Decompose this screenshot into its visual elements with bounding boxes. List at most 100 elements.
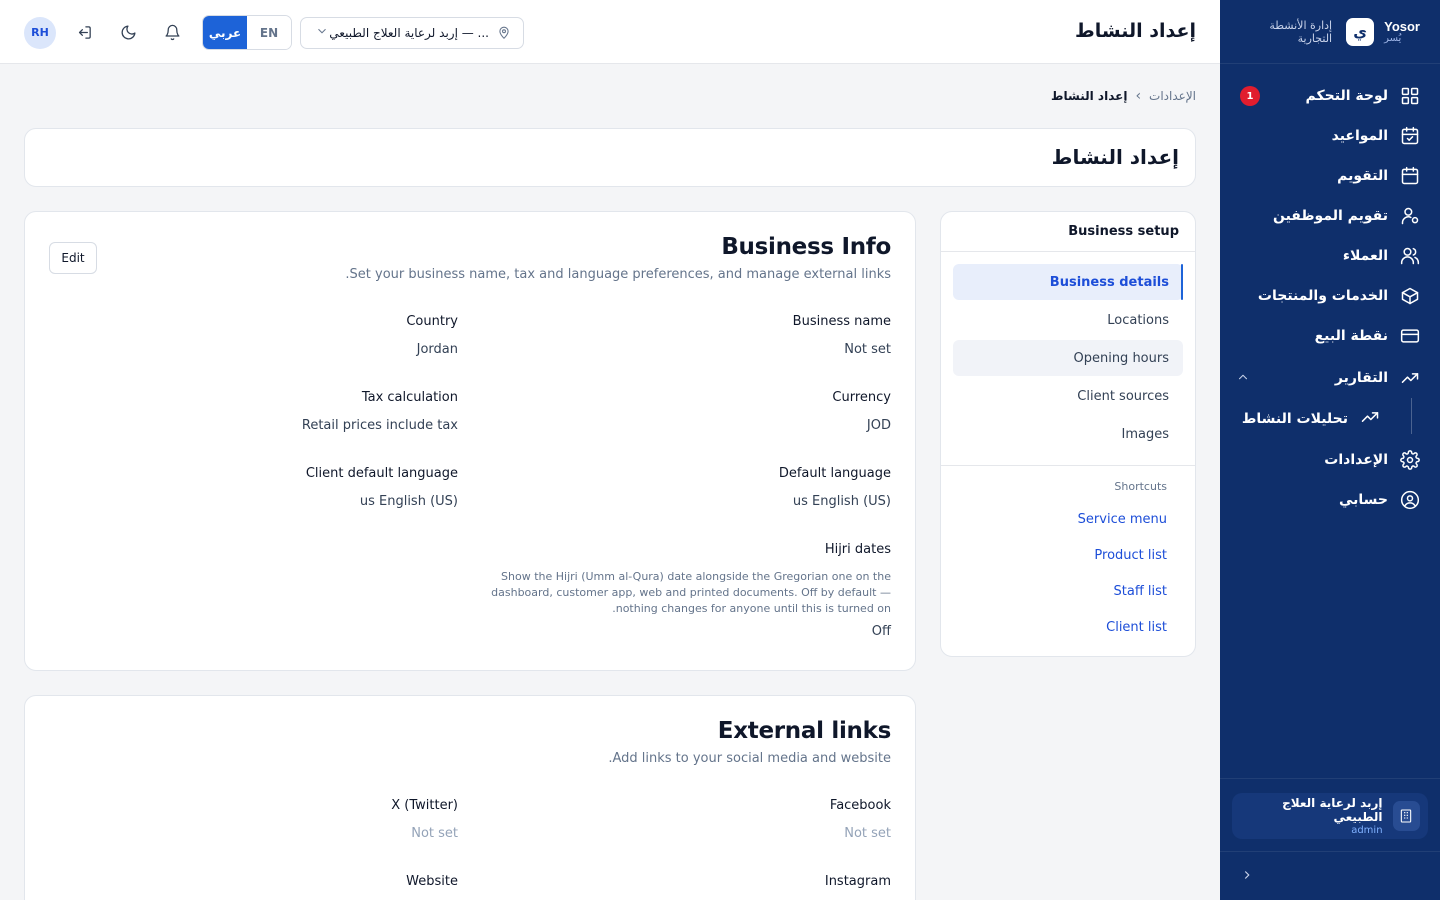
logout-icon — [78, 26, 91, 39]
field-label: Default language — [778, 466, 891, 481]
business-setup-nav: Business setup Business details Location… — [940, 211, 1196, 657]
sidebar-item-appointments[interactable]: المواعيد — [1220, 116, 1440, 156]
field-label: Instagram — [824, 874, 891, 889]
field-value: JOD — [866, 418, 891, 433]
shortcut-product-list[interactable]: Product list — [941, 537, 1195, 573]
field-value: Off — [871, 624, 891, 639]
sidebar-collapse-button[interactable] — [1220, 851, 1440, 900]
sidebar-item-settings[interactable]: الإعدادات — [1220, 440, 1440, 480]
brand-name: Yosor — [1384, 19, 1420, 34]
notification-badge: 1 — [1240, 86, 1260, 106]
brand-tagline: إدارة الأنشطة التجارية — [1269, 19, 1332, 45]
sidebar-item-services-products[interactable]: الخدمات والمنتجات — [1220, 276, 1440, 316]
user-role: admin — [1351, 825, 1383, 836]
sidebar-item-label: لوحة التحكم — [1305, 88, 1388, 104]
setup-nav-client-sources[interactable]: Client sources — [953, 378, 1183, 414]
gear-icon — [1400, 450, 1420, 470]
setup-nav-locations[interactable]: Locations — [953, 302, 1183, 338]
field-value: Not set — [411, 826, 458, 841]
edit-button[interactable]: Edit — [49, 242, 97, 274]
location-select[interactable]: إربد لرعاية العلاج الطبيعي — ... — [300, 16, 524, 49]
setup-nav-business-details[interactable]: Business details — [953, 264, 1183, 300]
sidebar-item-dashboard[interactable]: 1 لوحة التحكم — [1220, 76, 1440, 116]
field-label: Business name — [792, 314, 891, 329]
sidebar-item-label: حسابي — [1338, 492, 1388, 508]
field-label: Country — [406, 314, 458, 329]
sidebar-item-label: التقويم — [1337, 168, 1388, 184]
box-icon — [1400, 286, 1420, 306]
brand-header[interactable]: إدارة الأنشطة التجارية ي Yosor يُسر — [1220, 0, 1440, 64]
field-business-name: Business name Not set — [793, 314, 891, 357]
field-value: Not set — [844, 826, 891, 841]
field-label: Website — [406, 874, 458, 889]
building-icon — [1392, 801, 1420, 831]
external-links-title: External links — [717, 718, 892, 744]
setup-nav-opening-hours[interactable]: Opening hours — [953, 340, 1183, 376]
shortcut-service-menu[interactable]: Service menu — [941, 501, 1195, 537]
field-label: X (Twitter) — [391, 798, 458, 813]
brand-name-block: Yosor يُسر — [1384, 19, 1420, 44]
shortcut-client-list[interactable]: Client list — [941, 609, 1195, 645]
breadcrumb-settings-link[interactable]: الإعدادات — [1149, 89, 1196, 103]
sidebar-item-reports[interactable]: التقارير — [1220, 358, 1440, 398]
chevron-up-icon[interactable] — [1236, 370, 1250, 384]
external-links-card: External links Add links to your social … — [24, 695, 916, 900]
field-x-twitter: X (Twitter) Not set — [391, 798, 458, 841]
sidebar-item-label: العملاء — [1342, 248, 1388, 264]
business-switcher[interactable]: إربد لرعاية العلاج الطبيعي admin — [1232, 793, 1428, 839]
logout-button[interactable] — [68, 17, 100, 49]
field-instagram: Instagram — [825, 874, 891, 889]
chevron-separator-icon: ‹ — [1135, 88, 1142, 104]
user-circle-icon — [1400, 490, 1420, 510]
sidebar-subitem-business-analytics[interactable]: تحليلات النشاط — [1220, 398, 1440, 440]
notifications-button[interactable] — [156, 17, 188, 49]
sidebar-item-clients[interactable]: العملاء — [1220, 236, 1440, 276]
credit-card-icon — [1400, 326, 1420, 346]
field-label: Hijri dates — [824, 542, 891, 557]
brand-logo: ي — [1346, 17, 1375, 46]
sidebar-item-label: التقارير — [1334, 370, 1388, 386]
sidebar-item-label: الخدمات والمنتجات — [1257, 288, 1388, 304]
business-info-title: Business Info — [721, 234, 891, 260]
header-actions: RH عربي EN إربد لرعاية العلاج الطبيعي — … — [24, 15, 524, 50]
sidebar-item-label: نقطة البيع — [1314, 328, 1388, 344]
field-value: us English (US) — [359, 494, 458, 509]
field-label: Tax calculation — [361, 390, 458, 405]
field-default-language: Default language us English (US) — [779, 466, 891, 509]
lang-arabic-button[interactable]: عربي — [203, 16, 247, 49]
shortcut-staff-list[interactable]: Staff list — [941, 573, 1195, 609]
sidebar-item-label: المواعيد — [1331, 128, 1388, 144]
sidebar-item-point-of-sale[interactable]: نقطة البيع — [1220, 316, 1440, 356]
sidebar-item-my-account[interactable]: حسابي — [1220, 480, 1440, 520]
top-header: إعداد النشاط RH عربي EN إربد لرعاية العل… — [0, 0, 1220, 64]
business-info-subtitle: Set your business name, tax and language… — [345, 267, 891, 282]
field-facebook: Facebook Not set — [830, 798, 891, 841]
field-value: us English (US) — [792, 494, 891, 509]
field-label: Client default language — [305, 466, 458, 481]
sidebar-nav: 1 لوحة التحكم المواعيد التقويم تقويم الم… — [1220, 64, 1440, 520]
lang-english-button[interactable]: EN — [247, 16, 291, 49]
calendar-check-icon — [1400, 126, 1420, 146]
sidebar-item-calendar[interactable]: التقويم — [1220, 156, 1440, 196]
setup-nav-list: Business details Locations Opening hours… — [941, 252, 1195, 466]
sidebar-item-label: الإعدادات — [1324, 452, 1388, 468]
setup-nav-heading: Business setup — [941, 212, 1195, 252]
sidebar-item-staff-calendar[interactable]: تقويم الموظفين — [1220, 196, 1440, 236]
page-title-card: إعداد النشاط — [24, 128, 1196, 187]
dashboard-grid-icon — [1400, 86, 1420, 106]
brand-name-ar: يُسر — [1384, 33, 1402, 44]
field-hijri-dates: Hijri dates Show the Hijri (Umm al-Qura)… — [491, 542, 891, 639]
location-select-value: إربد لرعاية العلاج الطبيعي — ... — [329, 26, 511, 40]
field-label: Facebook — [829, 798, 891, 813]
trending-up-icon — [1400, 368, 1420, 388]
dark-mode-toggle[interactable] — [112, 17, 144, 49]
breadcrumb-current: إعداد النشاط — [1051, 89, 1128, 103]
users-icon — [1400, 246, 1420, 266]
field-label: Currency — [832, 390, 891, 405]
language-toggle: عربي EN — [202, 15, 292, 50]
external-links-subtitle: Add links to your social media and websi… — [608, 751, 891, 766]
sidebar-footer: إربد لرعاية العلاج الطبيعي admin — [1220, 778, 1440, 853]
avatar[interactable]: RH — [24, 16, 56, 49]
setup-nav-images[interactable]: Images — [953, 416, 1183, 452]
field-website: Website — [406, 874, 458, 889]
